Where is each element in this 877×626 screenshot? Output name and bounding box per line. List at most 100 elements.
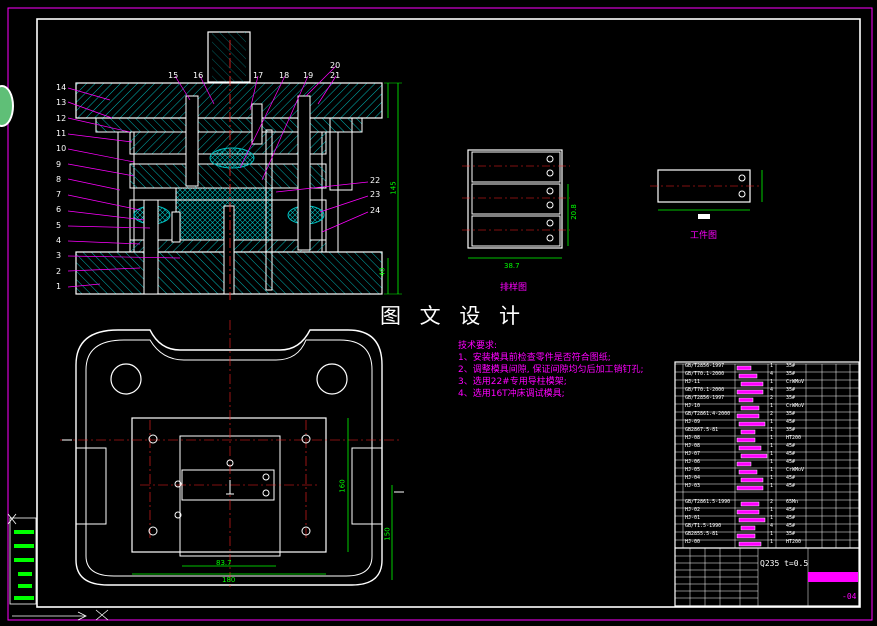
dim-plan-width: 180 <box>222 576 236 584</box>
bom-qty: 2 <box>770 395 774 401</box>
part-number-label: 8 <box>56 174 62 184</box>
part-number-label: 6 <box>56 205 62 215</box>
side-legend <box>7 513 109 621</box>
workpiece-view <box>650 169 763 219</box>
part-number-label: 15 <box>168 71 179 80</box>
part-number-label: 9 <box>56 159 62 169</box>
bom-code: GB/T2861.5-1990 <box>685 499 731 505</box>
bom-qty: 1 <box>770 451 774 457</box>
part-number-label: 14 <box>56 83 67 92</box>
bom-name-mark <box>738 469 758 475</box>
notes-title: 技术要求: <box>458 341 498 351</box>
bom-code: GB/T2861.4-2000 <box>685 411 731 417</box>
part-number-label: 3 <box>56 251 62 261</box>
bom-qty: 2 <box>770 411 774 417</box>
bom-qty: 1 <box>770 363 774 369</box>
dim-layout-width: 38.7 <box>504 262 520 270</box>
bom-code: GB/T1.5-1990 <box>685 523 722 529</box>
dim-plan-inner: 83.7 <box>216 559 232 567</box>
bom-name-mark <box>740 453 768 459</box>
dim-layout-pitch: 20.8 <box>569 204 578 220</box>
bom-code: GB/T70.1-2000 <box>685 371 725 377</box>
bom-material: CrWMoV <box>786 467 805 473</box>
bom-name-mark <box>738 373 758 379</box>
bom-name-mark <box>736 389 764 395</box>
bom-material: 45# <box>786 507 796 513</box>
bom-code: HJ-05 <box>685 467 701 473</box>
bom-name-mark <box>736 461 752 467</box>
bom-material: CrWMoV <box>786 403 805 409</box>
bom-material: 45# <box>786 459 796 465</box>
note-line: 2、调整模具间隙, 保证间隙均匀后加工销钉孔; <box>458 365 644 375</box>
part-number-label: 23 <box>370 190 381 199</box>
bom-name-mark <box>738 397 754 403</box>
bom-qty: 4 <box>770 371 774 377</box>
bom-code: HJ-11 <box>685 379 701 385</box>
part-number-label: 22 <box>370 176 381 185</box>
bom-qty: 1 <box>770 475 774 481</box>
part-number-label: 21 <box>330 71 341 80</box>
bom-name-mark <box>738 517 766 523</box>
material-spec: Q235 t=0.5 <box>760 559 809 568</box>
bom-code: HJ-08 <box>685 435 701 441</box>
dim-plan-right: 150 <box>383 527 392 541</box>
note-line: 3、选用22#专用导柱模架; <box>458 377 567 387</box>
bom-qty: 1 <box>770 459 774 465</box>
note-line: 1、安装模具前检查零件是否符合图纸; <box>458 353 611 363</box>
part-number-label: 11 <box>56 128 67 138</box>
bom-name-mark <box>740 525 756 531</box>
bom-material: 35# <box>786 395 796 401</box>
bom-code: GB2855.5-81 <box>685 531 719 537</box>
bom-name-mark <box>740 429 756 435</box>
bom-qty: 1 <box>770 435 774 441</box>
bom-material: 45# <box>786 451 796 457</box>
part-number-label: 20 <box>330 61 341 70</box>
bom-qty: 1 <box>770 427 774 433</box>
bom-name-mark <box>738 541 762 547</box>
bom-code: GB2867.5-81 <box>685 427 719 433</box>
bom-name-mark <box>740 381 764 387</box>
bom-qty: 1 <box>770 483 774 489</box>
bom-name-mark <box>736 509 760 515</box>
bom-material: 35# <box>786 387 796 393</box>
bom-qty: 1 <box>770 531 774 537</box>
part-number-label: 24 <box>370 206 381 215</box>
bom-name-mark <box>738 445 762 451</box>
bom-name-mark <box>736 533 756 539</box>
bom-name-mark <box>738 421 766 427</box>
bom-qty: 2 <box>770 499 774 505</box>
bom-code: GB/T2856-1997 <box>685 363 725 369</box>
bom-material: 35# <box>786 427 796 433</box>
bom-code: HJ-02 <box>685 507 701 513</box>
part-number-label: 1 <box>56 281 62 291</box>
bom-name-mark <box>736 437 756 443</box>
bom-material: 35# <box>786 411 796 417</box>
workpiece-label: 工件图 <box>690 231 718 241</box>
bom-material: CrWMoV <box>786 379 805 385</box>
bom-material: 35# <box>786 531 796 537</box>
part-number-label: 19 <box>303 71 314 80</box>
part-number-label: 17 <box>253 71 264 80</box>
bom-name-mark <box>736 413 760 419</box>
technical-notes: 技术要求: 1、安装模具前检查零件是否符合图纸; 2、调整模具间隙, 保证间隙均… <box>458 340 643 400</box>
part-number-label: 2 <box>56 266 62 276</box>
part-number-label: 13 <box>56 98 67 108</box>
bom-code: HJ-06 <box>685 459 701 465</box>
bom-code: HJ-04 <box>685 475 701 481</box>
section-view <box>67 31 402 300</box>
bom-material: HT200 <box>786 435 802 441</box>
bom-code: HJ-10 <box>685 403 701 409</box>
bom-material: 45# <box>786 419 796 425</box>
bom-material: 45# <box>786 475 796 481</box>
strip-layout-view <box>462 149 570 259</box>
bom-code: HJ-08 <box>685 443 701 449</box>
part-number-label: 16 <box>193 71 204 80</box>
bom-material: 45# <box>786 523 796 529</box>
part-number-label: 10 <box>56 144 67 154</box>
bom-material: 35# <box>786 363 796 369</box>
bom-qty: 1 <box>770 507 774 513</box>
bom-name-mark <box>736 485 764 491</box>
watermark-title: 图 文 设 计 <box>380 304 527 328</box>
bom-material: 45# <box>786 515 796 521</box>
bom-name-mark <box>740 501 760 507</box>
